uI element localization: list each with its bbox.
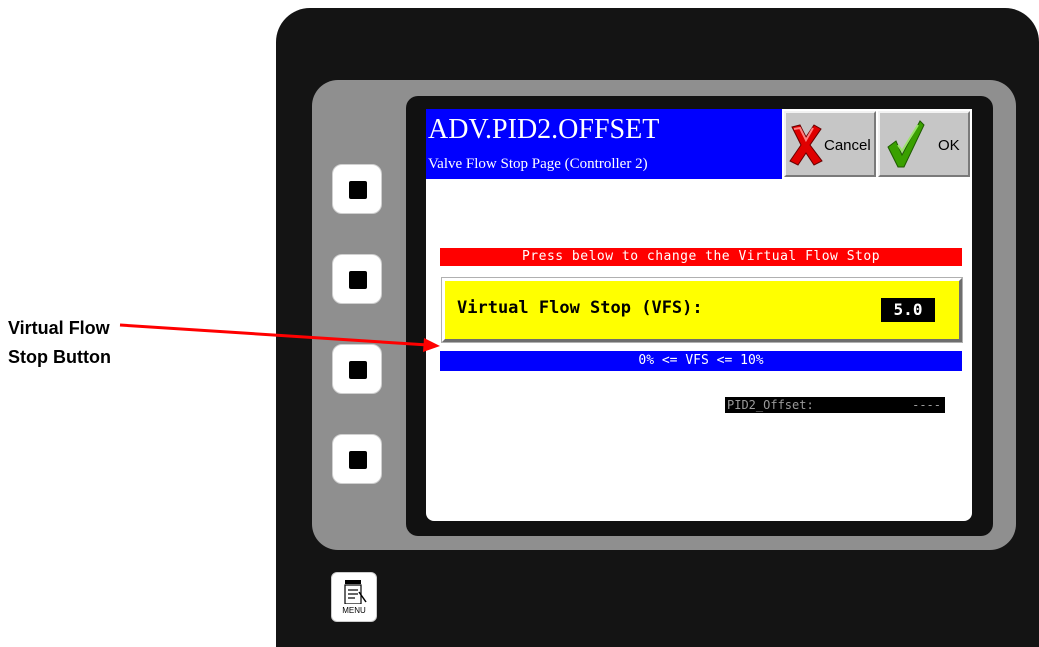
virtual-flow-stop-button[interactable]: Virtual Flow Stop (VFS): 5.0 bbox=[441, 277, 963, 343]
square-icon bbox=[349, 451, 367, 469]
pid-offset-value: ---- bbox=[912, 398, 941, 412]
title-bar: ADV.PID2.OFFSET Valve Flow Stop Page (Co… bbox=[426, 109, 782, 179]
cancel-button[interactable]: Cancel bbox=[784, 111, 876, 177]
pid-offset-readout: PID2_Offset: ---- bbox=[725, 397, 945, 413]
soft-key-4[interactable] bbox=[332, 434, 382, 484]
square-icon bbox=[349, 271, 367, 289]
vfs-value: 5.0 bbox=[881, 298, 935, 322]
soft-key-3[interactable] bbox=[332, 344, 382, 394]
soft-key-1[interactable] bbox=[332, 164, 382, 214]
checkmark-icon bbox=[887, 120, 925, 168]
menu-doc-icon bbox=[344, 580, 367, 604]
callout-line-1: Virtual Flow bbox=[8, 318, 110, 338]
hmi-screen: ADV.PID2.OFFSET Valve Flow Stop Page (Co… bbox=[426, 109, 972, 521]
soft-key-2[interactable] bbox=[332, 254, 382, 304]
callout-line-2: Stop Button bbox=[8, 347, 111, 367]
page-subtitle: Valve Flow Stop Page (Controller 2) bbox=[428, 156, 648, 172]
square-icon bbox=[349, 181, 367, 199]
pid-offset-label: PID2_Offset: bbox=[727, 398, 814, 412]
vfs-range-hint: 0% <= VFS <= 10% bbox=[440, 351, 962, 371]
square-icon bbox=[349, 361, 367, 379]
menu-button[interactable]: MENU bbox=[331, 572, 377, 622]
menu-label: MENU bbox=[342, 606, 366, 615]
instruction-banner: Press below to change the Virtual Flow S… bbox=[440, 248, 962, 266]
ok-label: OK bbox=[938, 137, 960, 154]
x-icon bbox=[789, 124, 823, 166]
callout-label: Virtual Flow Stop Button bbox=[8, 314, 158, 372]
cancel-label: Cancel bbox=[824, 137, 871, 154]
vfs-label: Virtual Flow Stop (VFS): bbox=[457, 298, 703, 318]
page-title: ADV.PID2.OFFSET bbox=[428, 114, 660, 145]
ok-button[interactable]: OK bbox=[878, 111, 970, 177]
